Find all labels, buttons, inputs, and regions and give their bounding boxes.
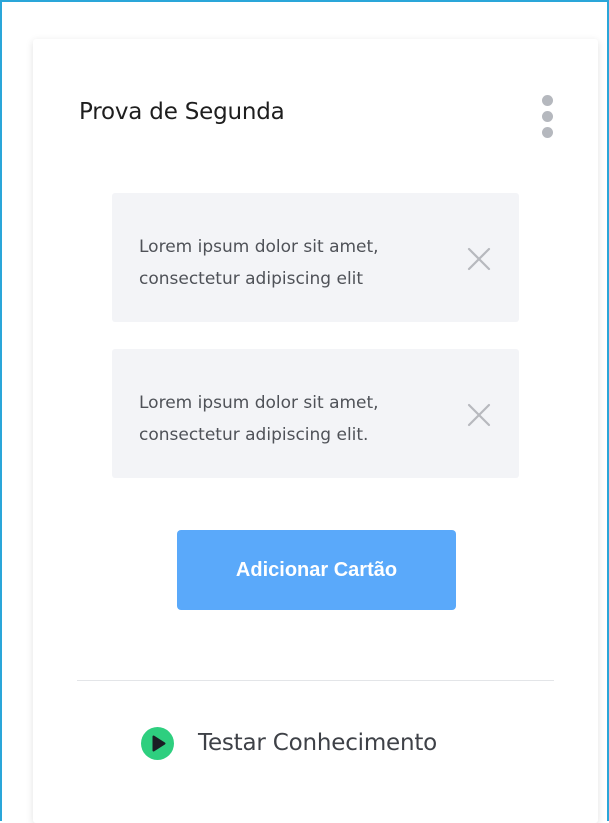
app-frame: Prova de Segunda Lorem ipsum dolor sit a…: [0, 0, 609, 823]
remove-note-button[interactable]: [464, 400, 494, 430]
note-text: Lorem ipsum dolor sit amet, consectetur …: [139, 237, 379, 289]
more-vertical-icon-dot: [542, 111, 553, 122]
more-options-button[interactable]: [533, 95, 561, 139]
note-card: Lorem ipsum dolor sit amet, consectetur …: [112, 349, 519, 478]
play-circle-icon: [141, 726, 174, 760]
add-card-button[interactable]: Adicionar Cartão: [177, 530, 456, 610]
note-text: Lorem ipsum dolor sit amet, consectetur …: [139, 393, 379, 445]
more-vertical-icon: [542, 95, 553, 106]
test-knowledge-label: Testar Conhecimento: [198, 730, 438, 756]
note-card: Lorem ipsum dolor sit amet, consectetur …: [112, 193, 519, 322]
card-title: Prova de Segunda: [79, 99, 285, 125]
more-vertical-icon-dot: [542, 127, 553, 138]
close-icon: [467, 403, 491, 427]
divider: [77, 680, 554, 681]
test-knowledge-link[interactable]: Testar Conhecimento: [141, 723, 437, 763]
close-icon: [467, 247, 491, 271]
deck-card: Prova de Segunda Lorem ipsum dolor sit a…: [33, 39, 598, 823]
remove-note-button[interactable]: [464, 244, 494, 274]
